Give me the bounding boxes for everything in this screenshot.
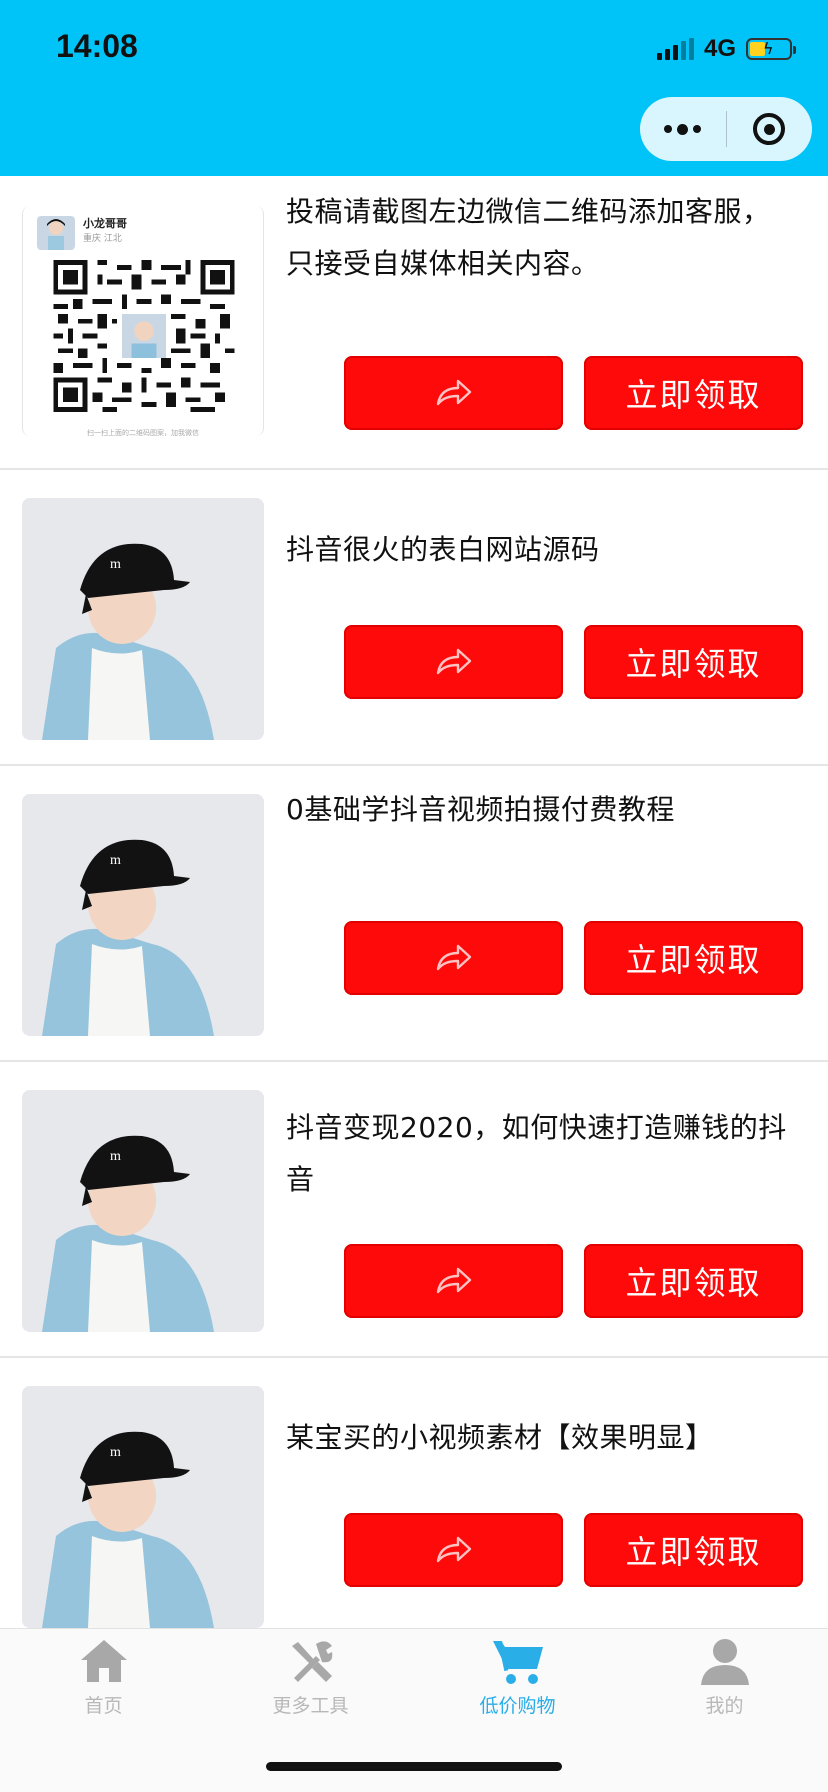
tab-more-tools[interactable]: 更多工具	[207, 1629, 414, 1729]
list-item: m 某宝买的小视频素材【效果明显】 立即领取	[0, 1358, 828, 1654]
share-arrow-icon	[436, 1536, 471, 1563]
signal-icon	[656, 38, 694, 60]
tab-home[interactable]: 首页	[0, 1629, 207, 1729]
claim-button[interactable]: 立即领取	[584, 921, 803, 995]
user-icon	[697, 1633, 753, 1689]
share-button[interactable]	[344, 1513, 563, 1587]
qr-card-name: 小龙哥哥	[83, 217, 127, 230]
share-arrow-icon	[436, 1267, 471, 1294]
share-button[interactable]	[344, 921, 563, 995]
boy-photo-thumbnail[interactable]: m	[22, 1386, 264, 1628]
tab-low-price-shopping[interactable]: 低价购物	[414, 1629, 621, 1729]
share-button[interactable]	[344, 356, 563, 430]
share-arrow-icon	[436, 648, 471, 675]
share-button[interactable]	[344, 625, 563, 699]
boy-photo: m	[22, 1090, 264, 1332]
qr-card-location: 重庆 江北	[83, 234, 122, 244]
cart-icon	[490, 1633, 546, 1689]
top-bar: 14:08 4G ϟ	[0, 0, 828, 176]
network-type: 4G	[703, 35, 736, 62]
tools-icon	[283, 1633, 339, 1689]
svg-text:m: m	[110, 1149, 121, 1164]
status-indicators: 4G ϟ	[656, 34, 796, 64]
boy-photo-thumbnail[interactable]: m	[22, 498, 264, 740]
list-item: m 0基础学抖音视频拍摄付费教程 立即领取	[0, 766, 828, 1062]
close-target-icon[interactable]	[727, 97, 813, 161]
status-time: 14:08	[56, 28, 138, 64]
more-dots-icon[interactable]	[640, 97, 726, 161]
list-item: m 抖音很火的表白网站源码 立即领取	[0, 470, 828, 766]
boy-photo-thumbnail[interactable]: m	[22, 1090, 264, 1332]
tab-label: 低价购物	[479, 1695, 556, 1717]
home-indicator[interactable]	[266, 1762, 562, 1771]
tab-label: 我的	[705, 1695, 744, 1717]
avatar	[37, 216, 75, 250]
list-item: m 抖音变现2020，如何快速打造赚钱的抖音 立即领取	[0, 1062, 828, 1358]
item-title: 抖音变现2020，如何快速打造赚钱的抖音	[286, 1111, 787, 1196]
list-item: 小龙哥哥 重庆 江北 扫一扫上面的二维码图案，加我微信 投稿请截图左边微信二维码…	[0, 176, 828, 470]
share-button[interactable]	[344, 1244, 563, 1318]
claim-button[interactable]: 立即领取	[584, 1244, 803, 1318]
item-title: 投稿请截图左边微信二维码添加客服，只接受自媒体相关内容。	[286, 195, 771, 280]
share-arrow-icon	[436, 944, 471, 971]
battery-icon: ϟ	[746, 38, 796, 60]
claim-button[interactable]: 立即领取	[584, 1513, 803, 1587]
boy-photo: m	[22, 498, 264, 740]
boy-photo: m	[22, 1386, 264, 1628]
item-title: 0基础学抖音视频拍摄付费教程	[286, 793, 675, 826]
qr-code-icon	[53, 260, 235, 412]
mini-program-page: 14:08 4G ϟ 小龙哥哥 重庆 江北 扫一扫上面的二维码图案，加我微信 投…	[0, 0, 828, 1792]
boy-photo: m	[22, 794, 264, 1036]
qr-card-image[interactable]: 小龙哥哥 重庆 江北 扫一扫上面的二维码图案，加我微信	[22, 206, 264, 436]
tab-label: 更多工具	[272, 1695, 349, 1717]
claim-button[interactable]: 立即领取	[584, 625, 803, 699]
claim-button[interactable]: 立即领取	[584, 356, 803, 430]
qr-card-footer: 扫一扫上面的二维码图案，加我微信	[87, 429, 199, 436]
item-title: 某宝买的小视频素材【效果明显】	[286, 1421, 714, 1454]
mini-program-capsule	[640, 97, 812, 161]
tab-label: 首页	[84, 1695, 123, 1717]
home-icon	[76, 1633, 132, 1689]
svg-text:m: m	[110, 853, 121, 868]
svg-text:m: m	[110, 1445, 121, 1460]
boy-photo-thumbnail[interactable]: m	[22, 794, 264, 1036]
svg-text:m: m	[110, 557, 121, 572]
share-arrow-icon	[436, 379, 471, 406]
tab-mine[interactable]: 我的	[621, 1629, 828, 1729]
item-title: 抖音很火的表白网站源码	[286, 533, 600, 566]
